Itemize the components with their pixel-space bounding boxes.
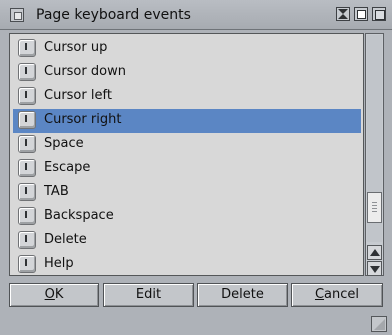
list-item-label: Space <box>44 136 84 151</box>
key-icon <box>18 255 36 273</box>
key-icon <box>18 39 36 57</box>
vertical-scrollbar[interactable] <box>365 33 384 276</box>
list-item-cursor-left[interactable]: Cursor left <box>13 85 361 109</box>
ok-button[interactable]: OK <box>9 283 99 307</box>
list-item-label: Backspace <box>44 208 114 223</box>
delete-button[interactable]: Delete <box>197 283 288 307</box>
event-list[interactable]: Cursor up Cursor down Cursor left Cursor… <box>9 33 364 276</box>
key-icon <box>18 183 36 201</box>
key-icon <box>18 111 36 129</box>
list-item-tab[interactable]: TAB <box>13 181 361 205</box>
title-bar[interactable]: Page keyboard events <box>0 0 392 30</box>
list-item-cursor-right[interactable]: Cursor right <box>13 109 361 133</box>
key-icon <box>18 159 36 177</box>
key-icon <box>18 207 36 225</box>
cancel-button[interactable]: Cancel <box>291 283 383 307</box>
list-item-label: Help <box>44 256 74 271</box>
zoom-icon[interactable] <box>354 7 368 21</box>
cancel-button-shortcut: C <box>314 287 325 302</box>
scroll-up-icon[interactable] <box>367 245 382 260</box>
edit-button[interactable]: Edit <box>103 283 194 307</box>
key-icon <box>18 63 36 81</box>
iconify-icon[interactable] <box>336 7 350 21</box>
list-item-space[interactable]: Space <box>13 133 361 157</box>
list-item-label: TAB <box>44 184 69 199</box>
list-item-label: Cursor down <box>44 64 126 79</box>
list-item-cursor-up[interactable]: Cursor up <box>13 37 361 61</box>
list-item-backspace[interactable]: Backspace <box>13 205 361 229</box>
button-row: OK Edit Delete Cancel <box>9 283 383 307</box>
cancel-button-label: ancel <box>324 287 360 302</box>
depth-icon[interactable] <box>372 7 386 21</box>
list-item-help[interactable]: Help <box>13 253 361 275</box>
ok-button-shortcut: O <box>44 287 55 302</box>
key-icon <box>18 231 36 249</box>
list-item-delete[interactable]: Delete <box>13 229 361 253</box>
close-icon[interactable] <box>10 8 24 22</box>
ok-button-label: K <box>54 287 64 302</box>
list-item-cursor-down[interactable]: Cursor down <box>13 61 361 85</box>
page-keyboard-events-window: Page keyboard events Cursor up Cursor do… <box>0 0 392 335</box>
list-item-label: Cursor right <box>44 112 122 127</box>
scroll-down-icon[interactable] <box>367 261 382 276</box>
list-item-label: Cursor left <box>44 88 112 103</box>
scroll-thumb[interactable] <box>367 192 382 223</box>
resize-icon[interactable] <box>371 316 387 332</box>
list-item-label: Delete <box>44 232 87 247</box>
list-item-label: Escape <box>44 160 91 175</box>
window-title: Page keyboard events <box>36 7 191 23</box>
list-item-escape[interactable]: Escape <box>13 157 361 181</box>
key-icon <box>18 87 36 105</box>
list-item-label: Cursor up <box>44 40 108 55</box>
key-icon <box>18 135 36 153</box>
